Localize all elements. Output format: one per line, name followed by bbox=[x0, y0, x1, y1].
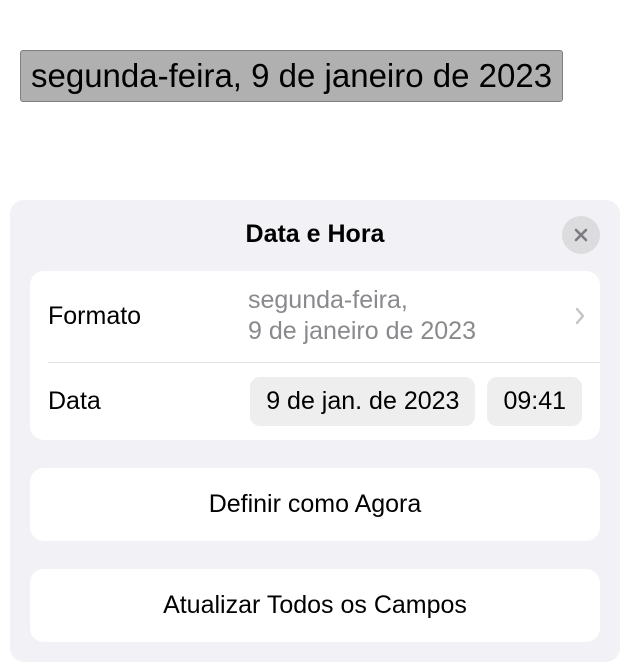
format-label: Formato bbox=[48, 302, 248, 331]
close-button[interactable] bbox=[562, 216, 600, 254]
data-row: Data 9 de jan. de 2023 09:41 bbox=[30, 363, 600, 440]
inserted-date-field[interactable]: segunda-feira, 9 de janeiro de 2023 bbox=[20, 50, 563, 102]
date-picker-button[interactable]: 9 de jan. de 2023 bbox=[250, 377, 475, 426]
panel-header: Data e Hora bbox=[30, 220, 600, 249]
format-value: segunda-feira, 9 de janeiro de 2023 bbox=[248, 285, 582, 348]
time-picker-button[interactable]: 09:41 bbox=[487, 377, 582, 426]
panel-title: Data e Hora bbox=[246, 220, 385, 248]
settings-card: Formato segunda-feira, 9 de janeiro de 2… bbox=[30, 271, 600, 440]
close-icon bbox=[573, 227, 589, 243]
format-value-line2: 9 de janeiro de 2023 bbox=[248, 316, 564, 347]
set-now-button[interactable]: Definir como Agora bbox=[30, 468, 600, 541]
format-value-line1: segunda-feira, bbox=[248, 285, 564, 316]
format-row[interactable]: Formato segunda-feira, 9 de janeiro de 2… bbox=[30, 271, 600, 362]
document-area: segunda-feira, 9 de janeiro de 2023 bbox=[0, 0, 630, 122]
chevron-right-icon[interactable] bbox=[574, 307, 586, 325]
data-label: Data bbox=[48, 387, 238, 416]
date-time-panel: Data e Hora Formato segunda-feira, 9 de … bbox=[10, 200, 620, 662]
update-all-fields-button[interactable]: Atualizar Todos os Campos bbox=[30, 569, 600, 642]
